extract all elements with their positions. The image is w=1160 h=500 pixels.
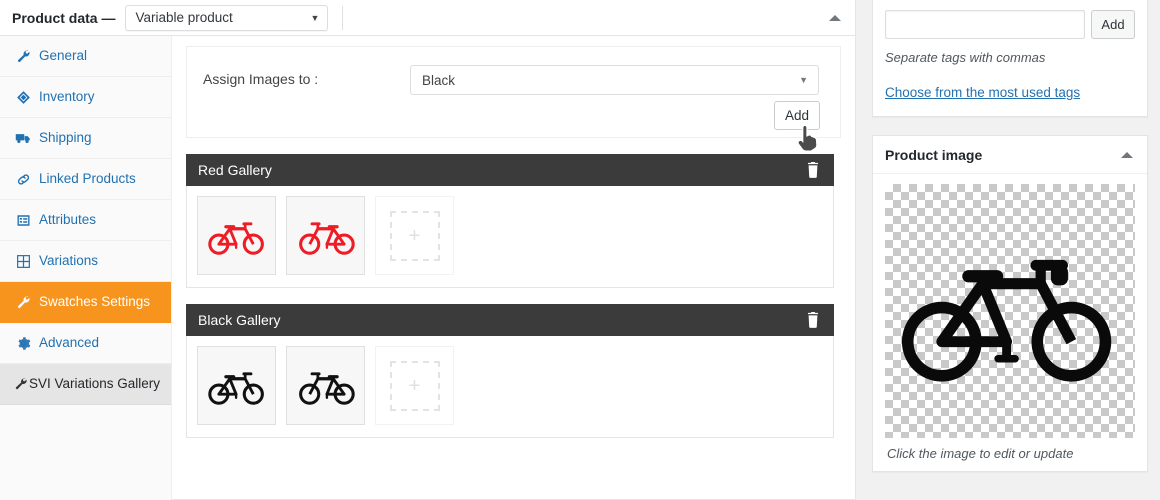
grid-icon — [14, 253, 32, 269]
tag-hint-text: Separate tags with commas — [885, 50, 1046, 65]
chevron-down-icon: ▼ — [799, 75, 808, 85]
tag-input-row: Add — [885, 10, 1135, 39]
product-tags-card: Add Separate tags with commas Choose fro… — [872, 0, 1148, 117]
gallery-add-slot[interactable]: + — [375, 196, 454, 275]
add-button-row: Add — [410, 101, 820, 131]
sidebar-item-inventory[interactable]: Inventory — [0, 77, 171, 118]
product-image-title: Product image — [885, 146, 983, 163]
add-tag-button[interactable]: Add — [1091, 10, 1135, 39]
plus-icon: + — [389, 210, 440, 261]
sidebar-item-label: Variations — [39, 253, 99, 269]
product-data-metabox: Product data — Variable product ▼ Genera… — [0, 0, 856, 500]
tabs-filler — [0, 405, 171, 500]
sidebar-item-label: Attributes — [39, 212, 97, 228]
product-type-select[interactable]: Variable product ▼ — [125, 4, 329, 31]
wrench-icon — [14, 294, 32, 310]
truck-icon — [14, 130, 32, 146]
gallery-title: Black Gallery — [198, 312, 281, 328]
woocommerce-product-edit-screen: Product data — Variable product ▼ Genera… — [0, 0, 1160, 500]
assign-color-select[interactable]: Black ▼ — [410, 65, 819, 95]
sidebar-item-label: General — [39, 48, 88, 64]
list-icon — [14, 212, 32, 228]
product-type-value: Variable product — [135, 10, 233, 25]
trash-icon[interactable] — [804, 310, 822, 330]
trash-icon[interactable] — [804, 160, 822, 180]
gear-icon — [14, 335, 32, 351]
metabox-body: General Inventory Shipping Linked Produc… — [0, 36, 855, 500]
assign-images-control: Black ▼ Add — [410, 65, 824, 131]
sidebar-item-label: Swatches Settings — [39, 294, 151, 310]
sidebar-item-attributes[interactable]: Attributes — [0, 200, 171, 241]
gallery-thumbnail[interactable] — [197, 196, 276, 275]
gallery-black: Black Gallery + — [186, 304, 834, 438]
chevron-up-icon[interactable] — [1121, 151, 1133, 158]
chevron-up-icon[interactable] — [829, 14, 841, 21]
sidebar-item-swatches-settings[interactable]: Swatches Settings — [0, 282, 171, 323]
archive-icon — [14, 89, 32, 105]
product-image-card-header: Product image — [873, 136, 1147, 174]
sidebar-item-linked-products[interactable]: Linked Products — [0, 159, 171, 200]
product-image-preview[interactable] — [885, 184, 1135, 438]
right-sidebar: Add Separate tags with commas Choose fro… — [856, 0, 1160, 500]
gallery-red: Red Gallery + — [186, 154, 834, 288]
page-title: Product data — — [12, 9, 116, 26]
assign-images-label: Assign Images to : — [203, 71, 319, 87]
gallery-thumbnail[interactable] — [286, 196, 365, 275]
add-gallery-button[interactable]: Add — [774, 101, 820, 130]
swatches-settings-panel: Assign Images to : Black ▼ Add Red Galle… — [172, 36, 855, 499]
sidebar-item-label: Linked Products — [39, 171, 136, 187]
metabox-header: Product data — Variable product ▼ — [0, 0, 855, 36]
gallery-thumbnail[interactable] — [286, 346, 365, 425]
gallery-add-slot[interactable]: + — [375, 346, 454, 425]
tag-input[interactable] — [885, 10, 1085, 39]
plus-icon: + — [389, 360, 440, 411]
header-divider — [342, 5, 344, 30]
sidebar-item-label: Inventory — [39, 89, 95, 105]
gallery-header: Red Gallery — [186, 154, 834, 186]
sidebar-item-label: Shipping — [39, 130, 92, 146]
product-image-caption: Click the image to edit or update — [887, 446, 1074, 461]
sidebar-item-label: SVI Variations Gallery — [29, 376, 161, 392]
sidebar-item-advanced[interactable]: Advanced — [0, 323, 171, 364]
wrench-icon — [14, 48, 32, 64]
gallery-items: + — [186, 186, 834, 288]
sidebar-item-svi-variations-gallery[interactable]: SVI Variations Gallery — [0, 364, 171, 405]
gallery-items: + — [186, 336, 834, 438]
sidebar-item-general[interactable]: General — [0, 36, 171, 77]
gallery-header: Black Gallery — [186, 304, 834, 336]
wrench-icon — [14, 376, 28, 392]
product-image-card: Product image Click the image to edit or… — [872, 135, 1148, 472]
product-data-tabs: General Inventory Shipping Linked Produc… — [0, 36, 172, 500]
sidebar-item-label: Advanced — [39, 335, 100, 351]
sidebar-item-variations[interactable]: Variations — [0, 241, 171, 282]
product-image-card-body: Click the image to edit or update — [873, 174, 1147, 471]
gallery-thumbnail[interactable] — [197, 346, 276, 425]
gallery-title: Red Gallery — [198, 162, 272, 178]
assign-color-value: Black — [422, 72, 456, 88]
sidebar-item-shipping[interactable]: Shipping — [0, 118, 171, 159]
link-icon — [14, 171, 32, 187]
chevron-down-icon: ▼ — [310, 12, 320, 23]
assign-images-box: Assign Images to : Black ▼ Add — [186, 46, 841, 138]
choose-most-used-tags-link[interactable]: Choose from the most used tags — [885, 85, 1080, 100]
